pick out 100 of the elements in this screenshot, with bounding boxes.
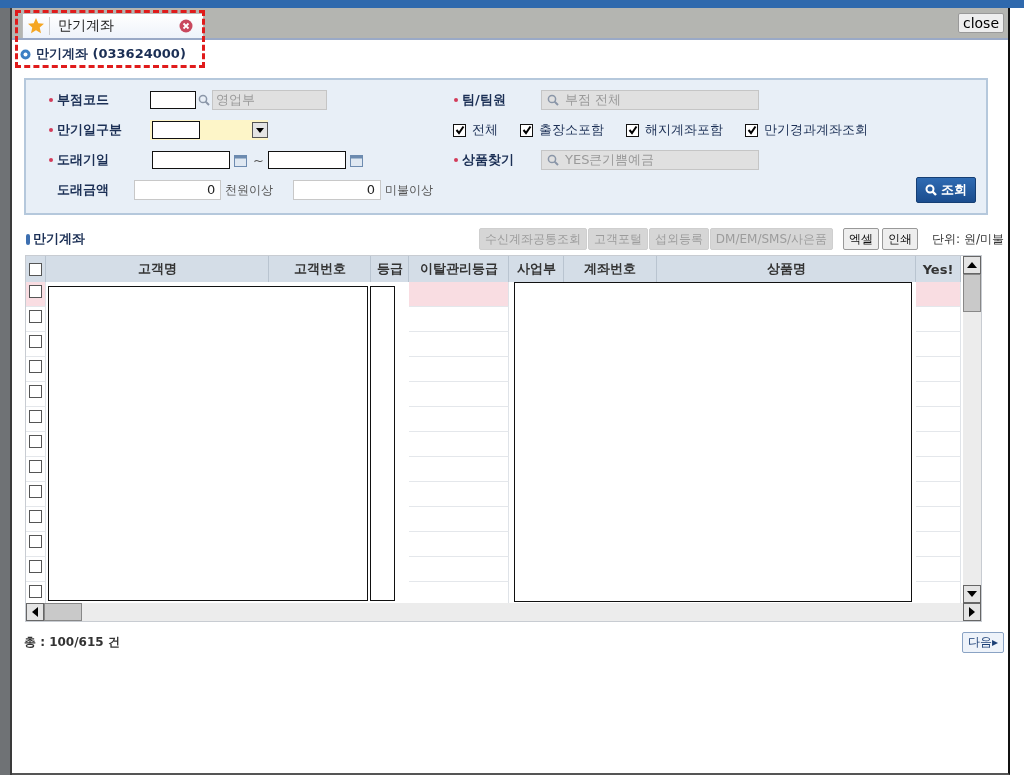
scroll-thumb[interactable] bbox=[44, 603, 82, 621]
table-cell[interactable] bbox=[916, 432, 961, 457]
close-icon bbox=[179, 19, 193, 33]
checkbox[interactable] bbox=[29, 435, 42, 448]
horizontal-scrollbar[interactable] bbox=[26, 603, 981, 621]
checkbox[interactable] bbox=[29, 385, 42, 398]
table-cell[interactable] bbox=[916, 407, 961, 432]
checkbox[interactable] bbox=[29, 460, 42, 473]
check-icon bbox=[454, 125, 465, 135]
table-cell[interactable] bbox=[409, 482, 509, 507]
table-cell[interactable] bbox=[26, 407, 46, 432]
next-button[interactable]: 다음▸ bbox=[961, 632, 1004, 653]
checkbox[interactable] bbox=[453, 123, 466, 137]
vertical-scrollbar[interactable] bbox=[963, 256, 981, 603]
table-cell[interactable] bbox=[916, 307, 961, 332]
checkbox[interactable] bbox=[29, 310, 42, 323]
table-cell[interactable] bbox=[916, 457, 961, 482]
table-cell[interactable] bbox=[409, 432, 509, 457]
close-button[interactable]: close bbox=[957, 13, 1004, 33]
checkbox[interactable] bbox=[29, 485, 42, 498]
field-label: 도래금액 bbox=[57, 181, 109, 199]
search-button[interactable]: 조회 bbox=[916, 177, 976, 203]
table-cell[interactable] bbox=[409, 407, 509, 432]
checkbox[interactable] bbox=[745, 123, 758, 137]
calendar-icon bbox=[234, 153, 247, 167]
table-cell[interactable] bbox=[409, 457, 509, 482]
checkbox[interactable] bbox=[626, 123, 639, 137]
scroll-right-icon bbox=[963, 603, 981, 621]
check-icon bbox=[521, 125, 532, 135]
checkbox[interactable] bbox=[29, 410, 42, 423]
checkbox[interactable] bbox=[520, 123, 533, 137]
table-cell[interactable] bbox=[916, 532, 961, 557]
table-cell[interactable] bbox=[26, 507, 46, 532]
table-cell[interactable] bbox=[26, 357, 46, 382]
table-cell[interactable] bbox=[409, 532, 509, 557]
column-header[interactable]: 고객번호 bbox=[269, 256, 371, 282]
table-cell[interactable] bbox=[26, 582, 46, 603]
redaction-box bbox=[152, 121, 200, 139]
checkbox[interactable] bbox=[29, 285, 42, 298]
checkbox[interactable] bbox=[29, 560, 42, 573]
table-cell[interactable] bbox=[409, 307, 509, 332]
table-cell[interactable] bbox=[916, 557, 961, 582]
amount-field[interactable]: 0 bbox=[133, 180, 222, 200]
star-icon bbox=[27, 17, 45, 35]
table-cell[interactable] bbox=[26, 457, 46, 482]
search-icon bbox=[198, 94, 210, 106]
dropdown[interactable] bbox=[150, 120, 268, 140]
table-cell[interactable] bbox=[26, 307, 46, 332]
section-title: 만기계좌 bbox=[33, 230, 85, 248]
field-label: 팀/팀원 bbox=[462, 91, 506, 109]
date-field[interactable] bbox=[152, 151, 230, 169]
checkbox[interactable] bbox=[29, 510, 42, 523]
bullet-icon bbox=[20, 48, 31, 60]
table-cell[interactable] bbox=[409, 557, 509, 582]
checkbox-label: 전체 bbox=[472, 121, 498, 139]
checkbox-label: 해지계좌포함 bbox=[645, 121, 723, 139]
table-cell[interactable] bbox=[916, 332, 961, 357]
page-title: 만기계좌 (033624000) bbox=[36, 45, 186, 63]
table-cell[interactable] bbox=[916, 357, 961, 382]
checkbox[interactable] bbox=[29, 262, 42, 276]
scroll-up-icon bbox=[963, 256, 981, 274]
scroll-thumb[interactable] bbox=[963, 274, 981, 312]
table-cell[interactable] bbox=[916, 507, 961, 532]
table-cell[interactable] bbox=[26, 482, 46, 507]
unit-label: 천원이상 bbox=[225, 181, 274, 199]
column-header[interactable]: 고객명 bbox=[46, 256, 269, 282]
checkbox[interactable] bbox=[29, 535, 42, 548]
search-icon bbox=[547, 154, 559, 166]
table-cell[interactable] bbox=[916, 382, 961, 407]
checkbox-label: 만기경과계좌조회 bbox=[764, 121, 868, 139]
search-icon bbox=[547, 94, 559, 106]
table-cell[interactable] bbox=[916, 482, 961, 507]
checkbox[interactable] bbox=[29, 360, 42, 373]
table-cell[interactable] bbox=[409, 507, 509, 532]
table-cell[interactable] bbox=[409, 382, 509, 407]
check-icon bbox=[746, 125, 757, 135]
checkbox[interactable] bbox=[29, 585, 42, 598]
column-header[interactable]: 등급 bbox=[371, 256, 409, 282]
table-cell[interactable] bbox=[409, 332, 509, 357]
scroll-down-icon bbox=[963, 585, 981, 603]
toolbar-button[interactable]: 인쇄 bbox=[882, 228, 919, 250]
redaction-box bbox=[150, 91, 196, 109]
field-label: 도래기일 bbox=[57, 151, 109, 169]
table-cell[interactable] bbox=[26, 382, 46, 407]
toolbar-button[interactable]: 엑셀 bbox=[843, 228, 880, 250]
table-cell[interactable] bbox=[26, 432, 46, 457]
table-cell[interactable] bbox=[409, 282, 509, 307]
unit-label: 미불이상 bbox=[385, 181, 433, 199]
field-label: 만기일구분 bbox=[57, 121, 122, 139]
table-cell[interactable] bbox=[409, 357, 509, 382]
table-cell[interactable] bbox=[916, 282, 961, 307]
amount-field[interactable]: 0 bbox=[293, 180, 381, 200]
scroll-left-icon bbox=[26, 603, 44, 621]
table-cell[interactable] bbox=[26, 332, 46, 357]
table-cell[interactable] bbox=[26, 557, 46, 582]
date-field[interactable] bbox=[267, 151, 346, 169]
tab[interactable]: 만기계좌 bbox=[22, 13, 204, 38]
checkbox[interactable] bbox=[29, 335, 42, 348]
table-cell[interactable] bbox=[26, 532, 46, 557]
table-cell[interactable] bbox=[26, 282, 46, 307]
